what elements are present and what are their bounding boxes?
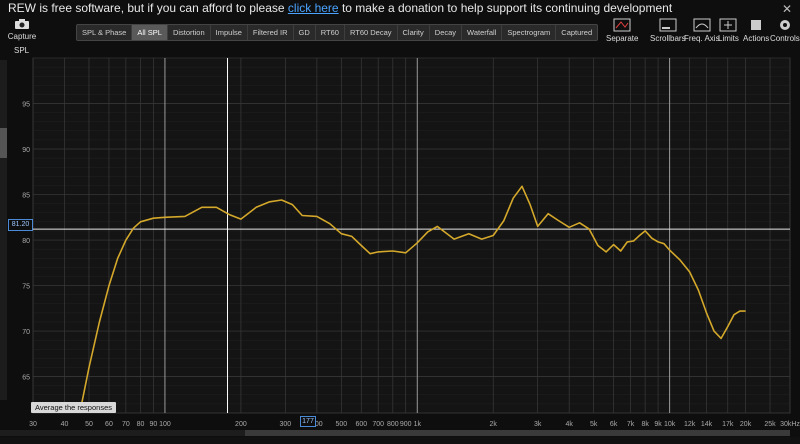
x-tick-label: 90 bbox=[149, 421, 157, 428]
horizontal-scroll-track[interactable] bbox=[0, 430, 245, 436]
y-tick-label: 75 bbox=[22, 284, 30, 291]
status-bar bbox=[0, 437, 800, 444]
x-tick-label: 2k bbox=[490, 421, 498, 428]
plot-area bbox=[32, 57, 791, 414]
x-tick-label: 20k bbox=[740, 421, 752, 428]
x-tick-label: 100 bbox=[159, 421, 171, 428]
x-tick-label: 800 bbox=[387, 421, 399, 428]
x-tick-label: 900 bbox=[400, 421, 412, 428]
x-tick-label: 4k bbox=[565, 421, 573, 428]
x-tick-label: 200 bbox=[235, 421, 247, 428]
x-tick-label: 12k bbox=[684, 421, 696, 428]
y-tick-label: 70 bbox=[22, 329, 30, 336]
x-tick-label: 1k bbox=[414, 421, 422, 428]
x-tick-label: 30 bbox=[29, 421, 37, 428]
x-tick-label: 25k bbox=[764, 421, 776, 428]
x-tick-label: 14k bbox=[701, 421, 713, 428]
x-tick-label: 50 bbox=[85, 421, 93, 428]
x-tick-label: 7k bbox=[627, 421, 635, 428]
x-tick-label: 8k bbox=[641, 421, 649, 428]
average-responses-button[interactable]: Average the responses bbox=[31, 402, 116, 413]
y-tick-label: 90 bbox=[22, 147, 30, 154]
x-tick-label: 3k bbox=[534, 421, 542, 428]
x-tick-label: 70 bbox=[122, 421, 130, 428]
level-readout: 81.20 bbox=[8, 219, 33, 231]
x-tick-label: 500 bbox=[335, 421, 347, 428]
x-tick-label: 30kHz bbox=[780, 421, 800, 428]
y-tick-label: 65 bbox=[22, 375, 30, 382]
x-tick-label: 600 bbox=[355, 421, 367, 428]
x-tick-label: 40 bbox=[61, 421, 69, 428]
x-tick-label: 700 bbox=[372, 421, 384, 428]
cursor-readout: 177 bbox=[300, 416, 316, 427]
x-tick-label: 5k bbox=[590, 421, 598, 428]
x-tick-label: 80 bbox=[137, 421, 145, 428]
y-tick-label: 80 bbox=[22, 238, 30, 245]
y-tick-label: 85 bbox=[22, 193, 30, 200]
x-tick-label: 10k bbox=[664, 421, 676, 428]
x-tick-label: 60 bbox=[105, 421, 113, 428]
y-tick-label: 95 bbox=[22, 102, 30, 109]
x-tick-label: 9k bbox=[654, 421, 662, 428]
horizontal-scroll-thumb[interactable] bbox=[245, 430, 790, 436]
x-tick-label: 6k bbox=[610, 421, 618, 428]
x-tick-label: 17k bbox=[722, 421, 734, 428]
x-tick-label: 300 bbox=[279, 421, 291, 428]
spl-graph[interactable]: 6570758085909530 40 50 60 70 80 90 100 200 300 400… bbox=[0, 0, 800, 430]
